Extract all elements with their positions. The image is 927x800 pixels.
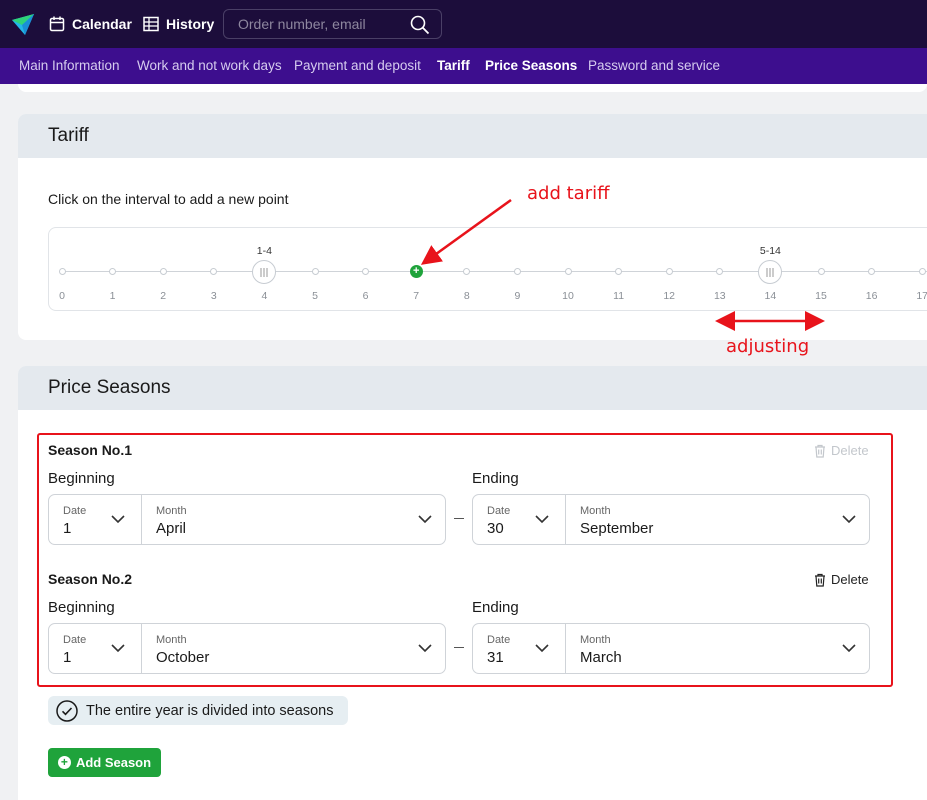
notice-text: The entire year is divided into seasons	[86, 702, 334, 719]
plus-icon: +	[57, 756, 71, 769]
slider-tick[interactable]	[210, 268, 218, 275]
slider-handle[interactable]	[252, 260, 277, 284]
tariff-card: Tariff Click on the interval to add a ne…	[18, 114, 927, 340]
calendar-icon	[49, 16, 65, 32]
slider-handle[interactable]	[758, 260, 783, 284]
tariff-header: Tariff	[18, 114, 927, 158]
price-seasons-title: Price Seasons	[48, 377, 171, 398]
slider-tick[interactable]	[58, 268, 66, 275]
annotation-add-tariff: add tariff	[527, 183, 610, 204]
calendar-label: Calendar	[72, 16, 132, 32]
slider-tick-label: 13	[713, 290, 726, 302]
slider-tick-label: 10	[562, 290, 574, 302]
check-circle-icon	[56, 699, 78, 722]
tariff-hint: Click on the interval to add a new point	[48, 191, 289, 207]
slider-tick-label: 11	[613, 290, 625, 302]
seasons-complete-notice: The entire year is divided into seasons	[48, 696, 348, 725]
tab-payment-deposit[interactable]: Payment and deposit	[294, 58, 421, 73]
slider-tick[interactable]	[311, 268, 319, 275]
slider-tick[interactable]	[665, 268, 673, 275]
slider-tick-label: 12	[663, 290, 676, 302]
search-icon[interactable]	[410, 15, 430, 35]
slider-tick-label: 0	[59, 290, 65, 302]
handle-range-label: 1-4	[256, 245, 272, 257]
tab-tariff[interactable]: Tariff	[437, 58, 470, 73]
slider-tick[interactable]	[716, 268, 724, 275]
slider-tick[interactable]	[817, 268, 825, 275]
calendar-button[interactable]: Calendar	[49, 0, 132, 48]
slider-track[interactable]	[62, 271, 927, 272]
add-season-label: Add Season	[75, 755, 152, 770]
slider-tick[interactable]	[615, 268, 623, 275]
previous-card-edge	[18, 84, 927, 92]
slider-tick[interactable]	[564, 268, 572, 275]
price-seasons-header: Price Seasons	[18, 366, 927, 410]
handle-range-label: 5-14	[759, 245, 781, 257]
slider-tick-label: 17	[916, 290, 927, 302]
slider-tick[interactable]	[463, 268, 471, 275]
slider-tick[interactable]	[159, 268, 167, 275]
seasons-highlight-box	[37, 433, 893, 687]
slider-tick-label: 5	[312, 290, 318, 302]
slider-tick[interactable]	[362, 268, 370, 275]
tab-password-service[interactable]: Password and service	[588, 58, 720, 73]
tariff-title: Tariff	[48, 125, 89, 146]
slider-tick-label: 7	[413, 290, 420, 302]
slider-tick[interactable]	[918, 268, 926, 275]
tab-work-days[interactable]: Work and not work days	[137, 58, 282, 73]
sub-navigation: Main Information Work and not work days …	[0, 48, 927, 84]
slider-tick-label: 1	[109, 290, 116, 302]
slider-tick-label: 8	[463, 290, 470, 302]
slider-tick-label: 15	[815, 290, 827, 302]
history-button[interactable]: History	[143, 0, 214, 48]
slider-tick-label: 6	[362, 290, 369, 302]
slider-tick-label: 16	[865, 290, 878, 302]
tariff-slider[interactable]: 0 1 2 3 4 5 6 7 8 9 10 11 12 13 14 15 16 17 1-4 5-14 +	[48, 227, 927, 311]
search-box	[223, 9, 442, 39]
history-label: History	[166, 16, 215, 32]
annotation-adjusting: adjusting	[726, 336, 810, 357]
slider-tick-label: 2	[160, 290, 167, 302]
slider-tick-label: 3	[210, 290, 217, 302]
add-season-button[interactable]: + Add Season	[48, 748, 161, 777]
add-point-icon[interactable]: +	[409, 265, 423, 278]
table-icon	[143, 16, 159, 32]
slider-tick-label: 9	[514, 290, 521, 302]
search-input[interactable]	[238, 16, 398, 32]
top-bar: Calendar History	[0, 0, 927, 48]
slider-tick-label: 4	[261, 290, 268, 302]
slider-tick[interactable]	[109, 268, 117, 275]
tab-price-seasons[interactable]: Price Seasons	[485, 58, 577, 73]
grip-icon	[766, 267, 774, 277]
grip-icon	[260, 267, 268, 277]
logo-icon[interactable]	[10, 11, 36, 37]
slider-tick[interactable]	[513, 268, 521, 275]
tab-main-information[interactable]: Main Information	[19, 58, 120, 73]
slider-tick[interactable]	[868, 268, 876, 275]
slider-tick-label: 14	[764, 290, 777, 302]
